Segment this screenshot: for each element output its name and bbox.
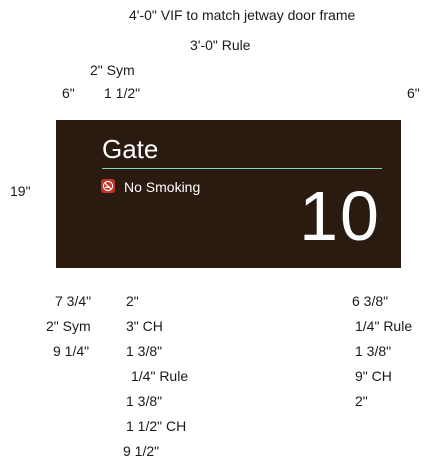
overall-width-dimension: 4'-0" VIF to match jetway door frame <box>129 7 356 23</box>
inset-dimension: 1 1/2" <box>104 85 141 101</box>
dimension-label: 9 1/4" <box>53 343 90 359</box>
gate-sign-panel: Gate No Smoking 10 <box>56 120 401 268</box>
dimension-label: 1/4" Rule <box>131 368 189 384</box>
no-smoking-icon <box>101 179 115 193</box>
no-smoking-notice: No Smoking <box>124 179 201 195</box>
dimension-label: 2" <box>355 393 368 409</box>
dimension-label: 3" CH <box>126 318 163 334</box>
symmetric-margin-dimension: 2" Sym <box>90 62 135 78</box>
dimension-label: 1 3/8" <box>355 343 392 359</box>
dimension-label: 2" Sym <box>46 318 91 334</box>
accent-rule <box>102 168 382 169</box>
gate-number: 10 <box>299 177 381 255</box>
dimension-label: 7 3/4" <box>55 293 92 309</box>
dimension-label: 9" CH <box>355 368 392 384</box>
sign-height-dimension: 19" <box>10 183 31 199</box>
dimension-label: 2" <box>126 293 139 309</box>
dimension-label: 6 3/8" <box>352 293 389 309</box>
dimension-label: 1 3/8" <box>126 343 163 359</box>
dimension-label: 9 1/2" <box>123 443 160 459</box>
gate-label: Gate <box>102 134 159 164</box>
dimension-label: 1/4" Rule <box>355 318 413 334</box>
right-margin-dimension: 6" <box>407 85 420 101</box>
rule-length-dimension: 3'-0" Rule <box>190 37 251 53</box>
left-margin-dimension: 6" <box>62 85 75 101</box>
dimension-label: 1 1/2" CH <box>126 418 187 434</box>
dimension-label: 1 3/8" <box>126 393 163 409</box>
